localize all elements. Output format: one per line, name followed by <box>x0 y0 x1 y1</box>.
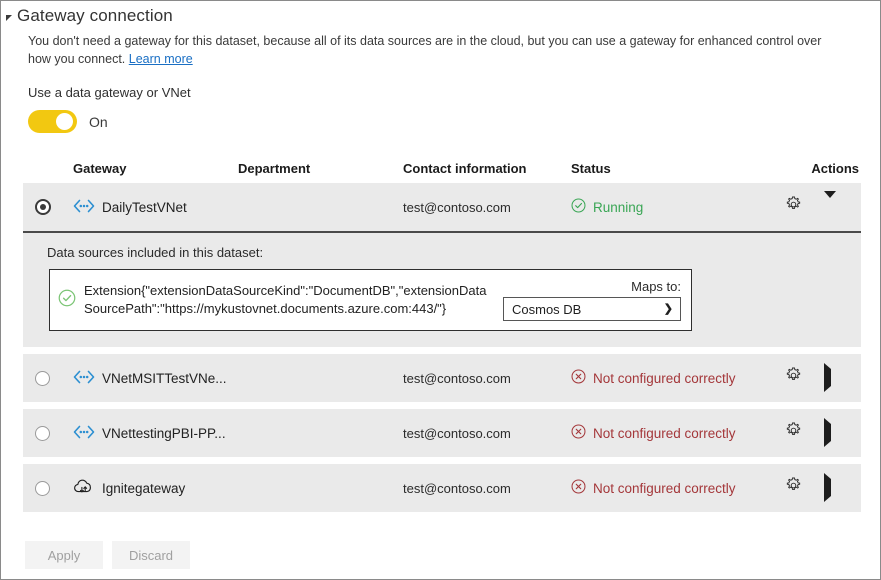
apply-button[interactable]: Apply <box>25 541 103 569</box>
status-text: Not configured correctly <box>593 480 736 496</box>
learn-more-link[interactable]: Learn more <box>129 52 193 66</box>
gear-icon[interactable] <box>785 196 802 218</box>
gear-icon[interactable] <box>785 477 802 499</box>
status-cell: Not configured correctly <box>571 369 781 387</box>
gateway-name: VNettestingPBI-PP... <box>102 425 226 441</box>
use-gateway-toggle[interactable] <box>28 110 77 134</box>
header-status: Status <box>571 160 611 176</box>
vnet-icon <box>73 199 95 216</box>
error-circle-icon <box>571 479 586 497</box>
row-select-cell <box>23 370 73 386</box>
status-cell: Not configured correctly <box>571 424 781 442</box>
contact-cell: test@contoso.com <box>403 199 511 215</box>
gear-icon[interactable] <box>785 367 802 389</box>
chevron-down-icon[interactable] <box>824 191 836 216</box>
chevron-right-icon[interactable] <box>824 363 831 393</box>
status-cell: Not configured correctly <box>571 479 781 497</box>
chevron-right-icon[interactable] <box>824 418 831 448</box>
header-gateway: Gateway <box>73 160 127 176</box>
status-text: Not configured correctly <box>593 370 736 386</box>
status-cell: Running <box>571 198 781 216</box>
error-circle-icon <box>571 369 586 387</box>
header-contact-information: Contact information <box>403 160 527 176</box>
gateway-name-cell: Ignitegateway <box>73 478 238 498</box>
chevron-down-icon: ❯ <box>663 302 673 315</box>
table-row[interactable]: Ignitegateway test@contoso.com Not confi… <box>23 464 861 513</box>
row-select-cell <box>23 199 73 216</box>
gateway-name-cell: DailyTestVNet <box>73 199 238 216</box>
gateway-toggle-row: On <box>28 110 880 134</box>
gateway-radio[interactable] <box>35 370 50 386</box>
row-actions-cell <box>781 473 859 503</box>
check-circle-icon <box>571 198 586 216</box>
row-select-cell <box>23 425 73 441</box>
gateway-radio[interactable] <box>35 480 50 496</box>
gateway-radio[interactable] <box>35 425 50 441</box>
data-source-text: Extension{"extensionDataSourceKind":"Doc… <box>84 282 487 317</box>
triangle-expanded-icon[interactable] <box>6 14 12 21</box>
cloud-gateway-icon <box>73 478 95 498</box>
discard-button[interactable]: Discard <box>112 541 190 569</box>
status-text: Running <box>593 199 644 215</box>
data-source-box: Extension{"extensionDataSourceKind":"Doc… <box>49 269 692 332</box>
maps-to-group: Maps to: Cosmos DB ❯ <box>503 279 681 322</box>
toggle-state-label: On <box>89 113 108 130</box>
row-actions-cell <box>781 418 859 448</box>
gateway-name: VNetMSITTestVNe... <box>102 370 227 386</box>
row-select-cell <box>23 480 73 496</box>
chevron-right-icon[interactable] <box>824 473 831 503</box>
table-header-row: Gateway Department Contact information S… <box>1 153 880 183</box>
vnet-icon <box>73 425 95 442</box>
header-actions: Actions <box>811 160 859 176</box>
section-header[interactable]: Gateway connection <box>1 1 880 26</box>
maps-to-select[interactable]: Cosmos DB ❯ <box>503 297 681 322</box>
vnet-icon <box>73 370 95 387</box>
gateway-radio-selected[interactable] <box>35 199 51 216</box>
gear-icon[interactable] <box>785 422 802 444</box>
gateway-connection-panel: Gateway connection You don't need a gate… <box>0 0 881 580</box>
gateway-table: Gateway Department Contact information S… <box>1 153 880 513</box>
maps-to-label: Maps to: <box>631 279 681 295</box>
table-row[interactable]: DailyTestVNet test@contoso.com Running <box>23 183 861 232</box>
page-title: Gateway connection <box>17 6 173 25</box>
row-actions-cell <box>781 363 859 393</box>
section-description: You don't need a gateway for this datase… <box>28 32 846 68</box>
gateway-name-cell: VNettestingPBI-PP... <box>73 425 238 442</box>
table-row[interactable]: VNetMSITTestVNe... test@contoso.com Not … <box>23 354 861 403</box>
use-gateway-label: Use a data gateway or VNet <box>28 85 191 101</box>
table-row[interactable]: VNettestingPBI-PP... test@contoso.com No… <box>23 409 861 458</box>
header-department: Department <box>238 160 311 176</box>
data-sources-label: Data sources included in this dataset: <box>47 245 264 261</box>
status-text: Not configured correctly <box>593 425 736 441</box>
contact-cell: test@contoso.com <box>403 425 511 441</box>
gateway-name: DailyTestVNet <box>102 199 187 215</box>
toggle-knob <box>56 113 73 131</box>
gateway-name: Ignitegateway <box>102 480 186 496</box>
gateway-name-cell: VNetMSITTestVNe... <box>73 370 238 387</box>
row-actions-cell <box>781 191 859 218</box>
contact-cell: test@contoso.com <box>403 370 511 386</box>
maps-to-value: Cosmos DB <box>512 301 582 317</box>
check-circle-icon <box>58 289 76 312</box>
data-sources-panel: Data sources included in this dataset: E… <box>23 231 861 348</box>
footer-actions: Apply Discard <box>1 531 880 579</box>
contact-cell: test@contoso.com <box>403 480 511 496</box>
error-circle-icon <box>571 424 586 442</box>
